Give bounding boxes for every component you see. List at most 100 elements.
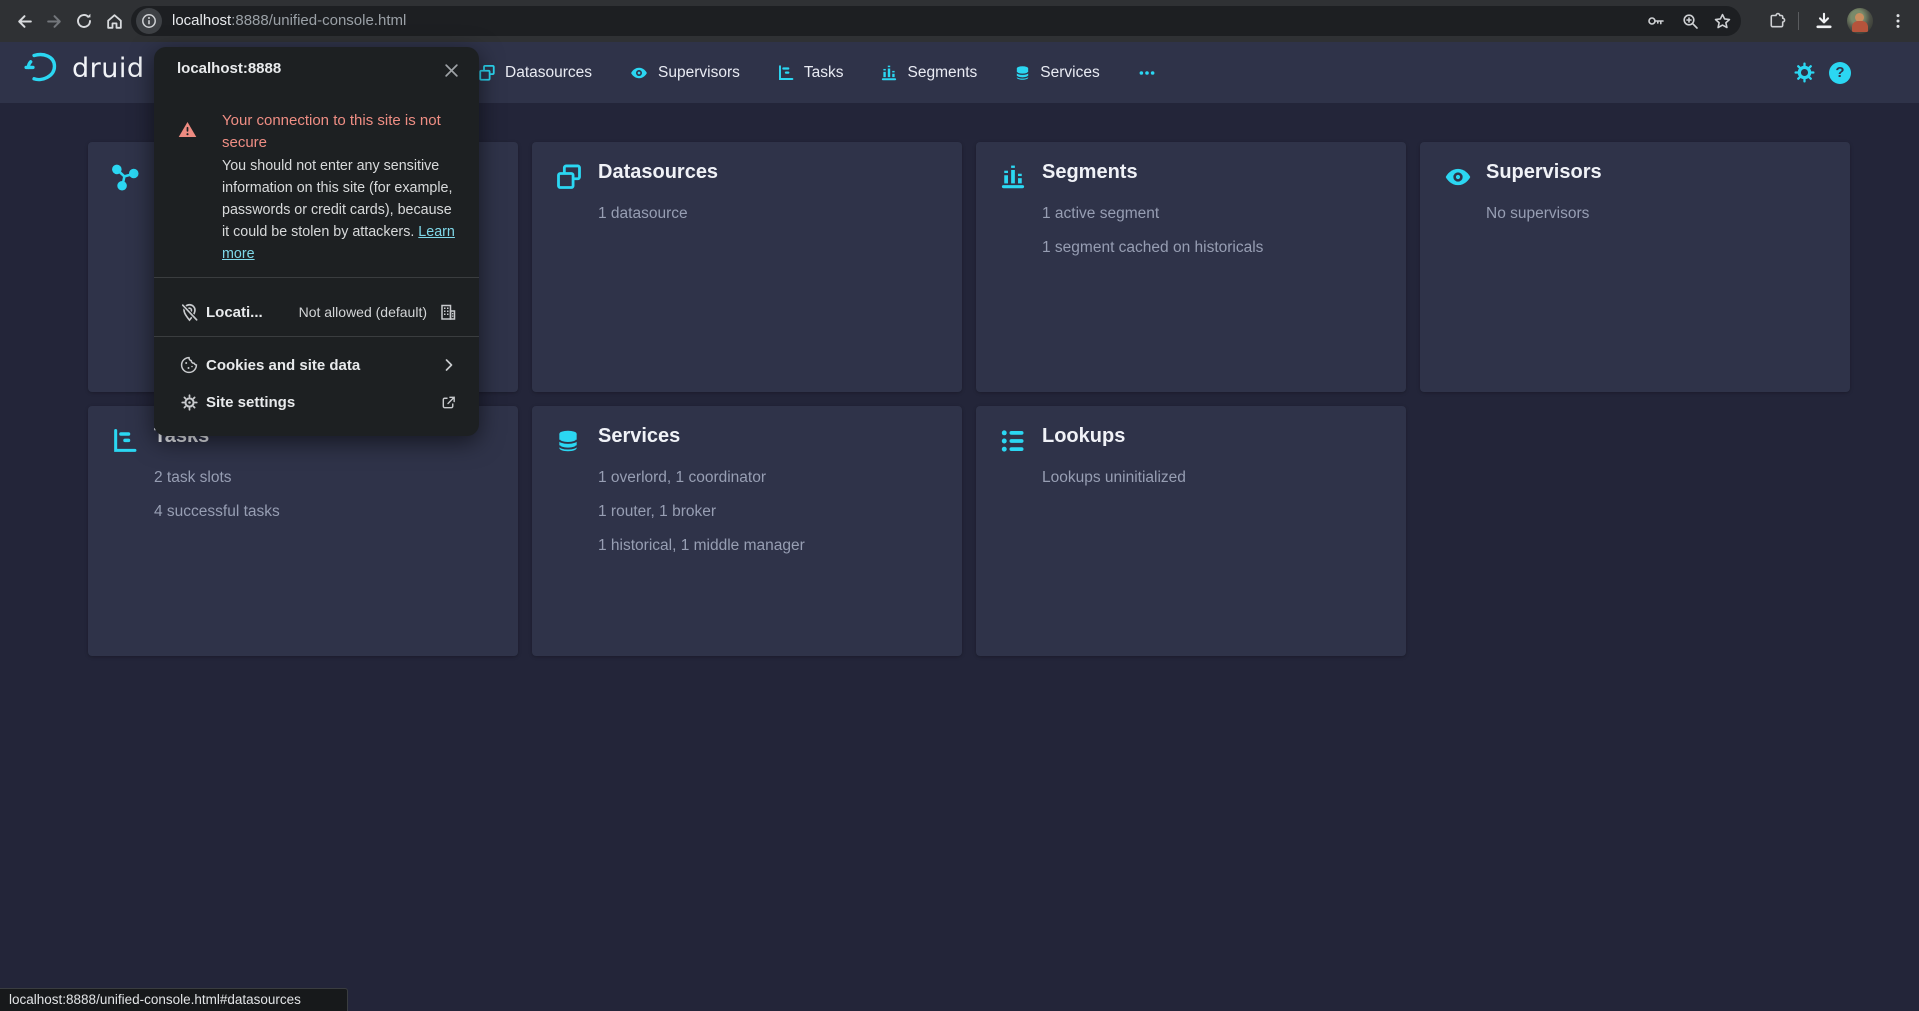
- magnifier-plus-icon: [1681, 12, 1700, 31]
- card-title: Services: [598, 425, 680, 448]
- nav-item-supervisors[interactable]: Supervisors: [629, 64, 740, 82]
- downloads-button[interactable]: [1806, 3, 1842, 39]
- card-segments[interactable]: Segments 1 active segment 1 segment cach…: [976, 142, 1406, 392]
- supervisors-icon: [629, 64, 649, 82]
- status-link-text: localhost:8888/unified-console.html#data…: [9, 992, 301, 1007]
- warning-body: You should not enter any sensitive infor…: [222, 155, 462, 265]
- card-services[interactable]: Services 1 overlord, 1 coordinator 1 rou…: [532, 406, 962, 656]
- card-line: 2 task slots: [154, 461, 280, 495]
- card-supervisors[interactable]: Supervisors No supervisors: [1420, 142, 1850, 392]
- extensions-button[interactable]: [1759, 3, 1795, 39]
- nav-item-label: Segments: [907, 64, 977, 82]
- card-line: 1 segment cached on historicals: [1042, 231, 1263, 265]
- nav-item-label: Datasources: [505, 64, 592, 82]
- site-info-popup: localhost:8888 Your connection to this s…: [154, 47, 479, 436]
- card-line: 4 successful tasks: [154, 495, 280, 529]
- url-text: localhost:8888/unified-console.html: [172, 6, 406, 36]
- nav-item-more[interactable]: [1137, 64, 1157, 82]
- cookies-row[interactable]: Cookies and site data: [154, 344, 479, 386]
- card-title: Lookups: [1042, 425, 1125, 448]
- profile-avatar[interactable]: [1847, 8, 1873, 34]
- nav-item-services[interactable]: Services: [1014, 64, 1099, 82]
- popup-divider: [154, 277, 479, 278]
- kebab-menu-icon: [1889, 12, 1907, 30]
- close-icon: [444, 63, 459, 78]
- card-line: 1 router, 1 broker: [598, 495, 805, 529]
- more-ellipsis-icon: [1137, 64, 1157, 82]
- browser-menu-button[interactable]: [1880, 3, 1916, 39]
- card-lookups[interactable]: Lookups Lookups uninitialized: [976, 406, 1406, 656]
- external-link-icon: [440, 394, 457, 411]
- datasources-icon: [555, 163, 583, 191]
- browser-toolbar: localhost:8888/unified-console.html: [0, 0, 1919, 42]
- tasks-icon: [111, 427, 139, 455]
- url-path: :8888/unified-console.html: [231, 12, 406, 29]
- network-icon: [111, 163, 139, 191]
- lookups-icon: [999, 427, 1027, 455]
- gear-icon: [1793, 61, 1816, 84]
- cookies-label: Cookies and site data: [206, 357, 360, 374]
- warning-title: Your connection to this site is not secu…: [222, 110, 462, 154]
- location-off-icon: [178, 302, 200, 323]
- bookmark-button[interactable]: [1710, 9, 1734, 33]
- site-info-button[interactable]: [136, 8, 162, 34]
- nav-item-label: Supervisors: [658, 64, 740, 82]
- settings-button[interactable]: [1793, 61, 1816, 84]
- site-settings-label: Site settings: [206, 394, 295, 411]
- zoom-button[interactable]: [1678, 9, 1702, 33]
- nav-item-label: Tasks: [804, 64, 844, 82]
- help-button[interactable]: ?: [1829, 62, 1851, 84]
- services-icon: [1014, 64, 1031, 82]
- card-line: Lookups uninitialized: [1042, 461, 1186, 495]
- popup-close-button[interactable]: [439, 58, 463, 82]
- toolbar-divider: [1798, 12, 1799, 30]
- address-bar[interactable]: localhost:8888/unified-console.html: [131, 6, 1741, 36]
- druid-brand[interactable]: druid: [22, 51, 145, 85]
- nav-right: ?: [1793, 42, 1851, 103]
- nav-item-tasks[interactable]: Tasks: [777, 64, 844, 82]
- nav-menu: Datasources Supervisors Tasks Segments S…: [478, 42, 1157, 103]
- druid-wordmark: druid: [72, 53, 145, 84]
- reload-icon: [75, 12, 93, 30]
- card-line: No supervisors: [1486, 197, 1589, 231]
- datasources-icon: [478, 64, 496, 82]
- question-mark-icon: ?: [1835, 64, 1844, 81]
- home-button[interactable]: [96, 3, 132, 39]
- avatar-figure-body: [1852, 21, 1868, 32]
- site-info-icon: [141, 13, 157, 29]
- card-line: 1 active segment: [1042, 197, 1263, 231]
- key-icon: [1646, 11, 1666, 31]
- site-settings-row[interactable]: Site settings: [154, 381, 479, 423]
- card-title: Segments: [1042, 161, 1138, 184]
- card-tasks[interactable]: Tasks 2 task slots 4 successful tasks: [88, 406, 518, 656]
- card-line: 1 overlord, 1 coordinator: [598, 461, 805, 495]
- download-icon: [1814, 11, 1834, 31]
- forward-arrow-icon: [45, 12, 64, 31]
- gear-small-icon: [178, 393, 200, 412]
- segments-icon: [999, 163, 1027, 191]
- popup-divider: [154, 336, 479, 337]
- home-icon: [105, 12, 124, 31]
- location-value: Not allowed (default): [299, 304, 427, 320]
- nav-item-segments[interactable]: Segments: [880, 64, 977, 82]
- nav-item-datasources[interactable]: Datasources: [478, 64, 592, 82]
- warning-triangle-icon: [178, 121, 197, 138]
- url-host: localhost: [172, 12, 231, 29]
- location-label: Locati...: [206, 304, 263, 321]
- building-icon: [439, 303, 457, 321]
- druid-logo-icon: [22, 51, 62, 85]
- location-permission-row[interactable]: Locati... Not allowed (default): [154, 285, 479, 339]
- card-title: Supervisors: [1486, 161, 1602, 184]
- popup-title: localhost:8888: [177, 60, 281, 77]
- tasks-icon: [777, 64, 795, 82]
- card-datasources[interactable]: Datasources 1 datasource: [532, 142, 962, 392]
- back-arrow-icon: [15, 12, 34, 31]
- card-line: 1 historical, 1 middle manager: [598, 529, 805, 563]
- card-title: Datasources: [598, 161, 718, 184]
- status-bubble: localhost:8888/unified-console.html#data…: [0, 988, 348, 1011]
- puzzle-icon: [1768, 12, 1787, 31]
- password-manager-button[interactable]: [1644, 9, 1668, 33]
- supervisors-icon: [1443, 163, 1473, 191]
- star-icon: [1713, 12, 1732, 31]
- services-icon: [555, 427, 581, 455]
